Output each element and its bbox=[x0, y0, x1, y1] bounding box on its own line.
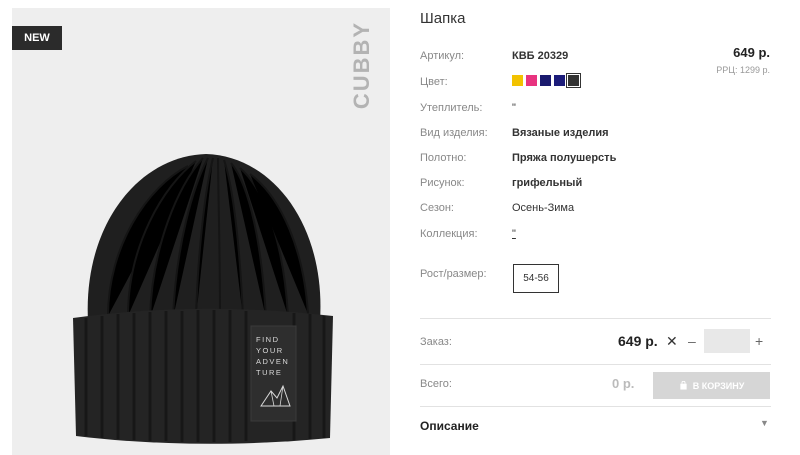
spec-size: Рост/размер: bbox=[420, 268, 720, 286]
color-swatch[interactable] bbox=[554, 75, 565, 86]
collection-link[interactable]: " bbox=[512, 228, 516, 240]
spec-label: Цвет: bbox=[420, 76, 448, 88]
new-badge: NEW bbox=[12, 26, 62, 50]
color-swatch[interactable] bbox=[526, 75, 537, 86]
divider bbox=[420, 318, 771, 319]
decrease-quantity-button[interactable]: – bbox=[688, 333, 696, 349]
svg-text:FIND: FIND bbox=[256, 335, 280, 344]
quantity-input[interactable] bbox=[704, 329, 750, 353]
spec-collection: Коллекция: " bbox=[420, 228, 720, 246]
increase-quantity-button[interactable]: + bbox=[755, 333, 763, 349]
product-info: Шапка 649 р. РРЦ: 1299 р. Артикул: КВБ 2… bbox=[420, 0, 780, 455]
svg-text:TURE: TURE bbox=[256, 368, 282, 377]
product-image[interactable]: NEW CUBBY FIND YOUR ADVEN TURE bbox=[12, 8, 390, 455]
total-label: Всего: bbox=[420, 378, 452, 390]
add-to-cart-label: В КОРЗИНУ bbox=[692, 380, 745, 391]
spec-season: Сезон: Осень-Зима bbox=[420, 202, 720, 220]
spec-label: Полотно: bbox=[420, 152, 467, 164]
spec-value: " bbox=[512, 102, 516, 114]
spec-label: Рост/размер: bbox=[420, 268, 487, 280]
brand-logo-text: CUBBY bbox=[349, 20, 374, 110]
spec-pattern: Рисунок: грифельный bbox=[420, 177, 720, 195]
description-toggle[interactable]: Описание bbox=[420, 419, 479, 433]
order-label: Заказ: bbox=[420, 336, 452, 348]
spec-fabric: Полотно: Пряжа полушерсть bbox=[420, 152, 720, 170]
svg-text:YOUR: YOUR bbox=[256, 346, 284, 355]
spec-label: Утеплитель: bbox=[420, 102, 483, 114]
spec-label: Сезон: bbox=[420, 202, 454, 214]
spec-type: Вид изделия: Вязаные изделия bbox=[420, 127, 720, 145]
spec-label: Вид изделия: bbox=[420, 127, 488, 139]
beanie-hat-illustration: FIND YOUR ADVEN TURE bbox=[73, 154, 333, 444]
spec-article: Артикул: КВБ 20329 bbox=[420, 50, 720, 68]
add-to-cart-button[interactable]: В КОРЗИНУ bbox=[653, 372, 770, 399]
spec-value: грифельный bbox=[512, 177, 583, 189]
total-value: 0 р. bbox=[612, 376, 635, 391]
chevron-down-icon[interactable]: ▼ bbox=[760, 418, 769, 428]
color-swatch[interactable] bbox=[512, 75, 523, 86]
color-swatches bbox=[512, 73, 581, 88]
order-price: 649 р. bbox=[618, 333, 658, 349]
spec-label: Коллекция: bbox=[420, 228, 478, 240]
divider bbox=[420, 406, 771, 407]
color-swatch[interactable] bbox=[540, 75, 551, 86]
bag-icon bbox=[680, 381, 687, 390]
brand-logo: CUBBY bbox=[342, 20, 382, 110]
spec-color: Цвет: bbox=[420, 73, 720, 94]
spec-value: Вязаные изделия bbox=[512, 127, 609, 139]
divider bbox=[420, 364, 771, 365]
spec-value: Пряжа полушерсть bbox=[512, 152, 617, 164]
product-price: 649 р. bbox=[733, 45, 770, 60]
spec-value: КВБ 20329 bbox=[512, 50, 569, 62]
spec-value: Осень-Зима bbox=[512, 202, 575, 214]
svg-text:ADVEN: ADVEN bbox=[256, 357, 289, 366]
recommended-retail-price: РРЦ: 1299 р. bbox=[716, 65, 770, 75]
multiply-icon: ✕ bbox=[666, 333, 678, 349]
spec-insulation: Утеплитель: " bbox=[420, 102, 720, 120]
product-title: Шапка bbox=[420, 10, 466, 27]
spec-label: Рисунок: bbox=[420, 177, 465, 189]
spec-label: Артикул: bbox=[420, 50, 465, 62]
color-swatch[interactable] bbox=[566, 73, 581, 88]
size-option-button[interactable]: 54-56 bbox=[513, 264, 559, 293]
